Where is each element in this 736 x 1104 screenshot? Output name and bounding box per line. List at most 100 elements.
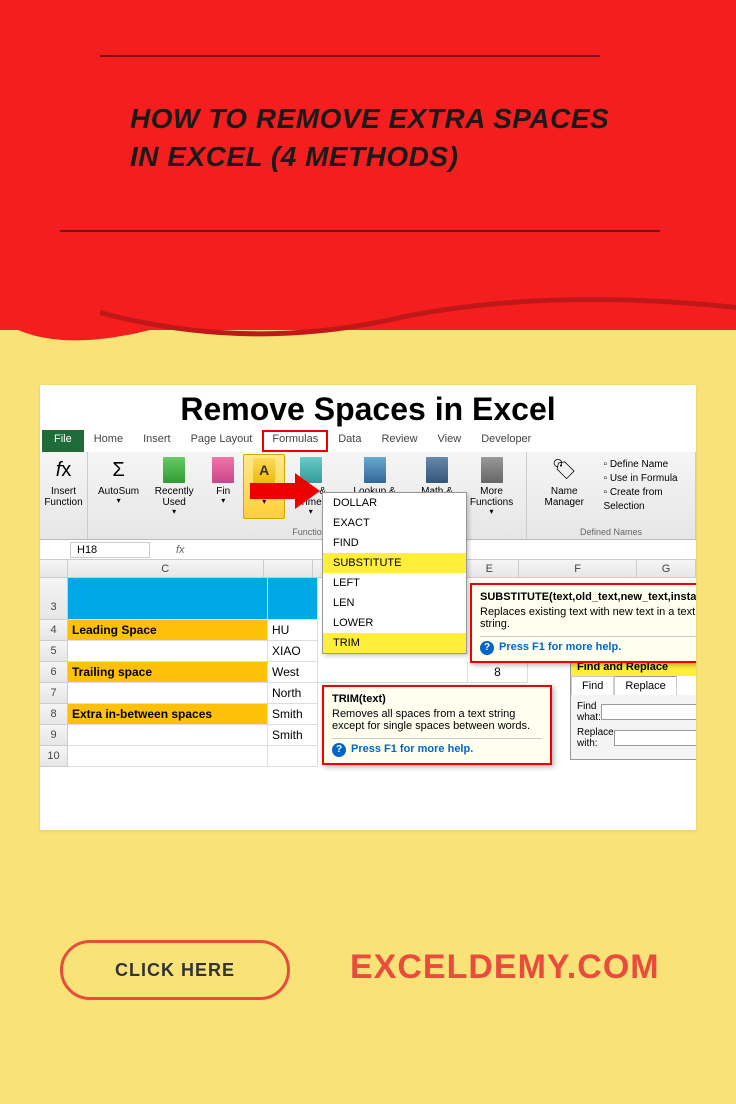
fx-icon: fx bbox=[50, 456, 78, 484]
cell-dd6[interactable] bbox=[318, 662, 468, 683]
dd-dollar[interactable]: DOLLAR bbox=[323, 493, 466, 513]
cell-c8[interactable]: Extra in-between spaces bbox=[68, 704, 268, 725]
tab-formulas[interactable]: Formulas bbox=[262, 430, 328, 452]
dd-exact[interactable]: EXACT bbox=[323, 513, 466, 533]
financial-label: Fin bbox=[216, 486, 230, 497]
cell-c6[interactable]: Trailing space bbox=[68, 662, 268, 683]
substitute-tooltip-body: Replaces existing text with new text in … bbox=[480, 606, 696, 630]
book-pink-icon bbox=[209, 456, 237, 484]
cell-d5[interactable]: XIAO bbox=[268, 641, 318, 662]
cell-d9[interactable]: Smith bbox=[268, 725, 318, 746]
dd-trim[interactable]: TRIM bbox=[323, 633, 466, 653]
recently-used-button[interactable]: Recently Used bbox=[145, 454, 203, 519]
excel-screenshot: Remove Spaces in Excel File Home Insert … bbox=[40, 385, 696, 830]
tag-icon: 🏷 bbox=[550, 456, 578, 484]
dd-find[interactable]: FIND bbox=[323, 533, 466, 553]
substitute-tooltip: SUBSTITUTE(text,old_text,new_text,instan… bbox=[470, 583, 696, 663]
create-from-selection-button[interactable]: Create from Selection bbox=[603, 486, 685, 514]
cell-c4[interactable]: Leading Space bbox=[68, 620, 268, 641]
define-name-button[interactable]: Define Name bbox=[603, 458, 685, 472]
substitute-tooltip-help: Press F1 for more help. bbox=[480, 636, 696, 655]
cell-c5[interactable] bbox=[68, 641, 268, 662]
defined-names-label: Defined Names bbox=[531, 526, 691, 537]
cell-c3[interactable] bbox=[68, 578, 268, 620]
row-6-header[interactable]: 6 bbox=[40, 662, 68, 683]
trim-tooltip-title: TRIM(text) bbox=[332, 693, 542, 705]
replace-tab[interactable]: Replace bbox=[614, 676, 676, 695]
name-box[interactable]: H18 bbox=[70, 542, 150, 558]
replace-with-label: Replace with: bbox=[577, 727, 614, 749]
use-in-formula-button[interactable]: Use in Formula bbox=[603, 472, 685, 486]
dd-lower[interactable]: LOWER bbox=[323, 613, 466, 633]
more-label: More Functions bbox=[467, 486, 516, 508]
book-green-icon bbox=[160, 456, 188, 484]
cell-c7[interactable] bbox=[68, 683, 268, 704]
recently-used-label: Recently Used bbox=[151, 486, 197, 508]
trim-tooltip-body: Removes all spaces from a text string ex… bbox=[332, 708, 542, 732]
name-manager-button[interactable]: 🏷 Name Manager bbox=[531, 454, 598, 518]
insert-function-button[interactable]: fx Insert Function bbox=[44, 454, 83, 510]
cell-e6[interactable]: 8 bbox=[468, 662, 528, 683]
tab-developer[interactable]: Developer bbox=[471, 430, 541, 452]
tab-page-layout[interactable]: Page Layout bbox=[181, 430, 263, 452]
col-e[interactable]: E bbox=[460, 560, 519, 578]
dd-left[interactable]: LEFT bbox=[323, 573, 466, 593]
red-arrow-icon bbox=[250, 473, 320, 509]
red-swoosh-decoration bbox=[0, 260, 736, 360]
row-7-header[interactable]: 7 bbox=[40, 683, 68, 704]
site-name: EXCELDEMY.COM bbox=[350, 948, 660, 987]
divider-bottom bbox=[60, 230, 660, 232]
financial-button[interactable]: Fin bbox=[203, 454, 243, 519]
tab-data[interactable]: Data bbox=[328, 430, 371, 452]
sigma-icon: Σ bbox=[105, 456, 133, 484]
divider-top bbox=[100, 55, 600, 57]
find-what-input[interactable] bbox=[601, 704, 696, 720]
book-navy-icon bbox=[423, 456, 451, 484]
insert-function-label: Insert Function bbox=[44, 486, 82, 508]
ribbon-body: fx Insert Function Σ AutoSum Recently Us… bbox=[40, 452, 696, 540]
tab-view[interactable]: View bbox=[428, 430, 472, 452]
row-10-header[interactable]: 10 bbox=[40, 746, 68, 767]
cell-d6[interactable]: West bbox=[268, 662, 318, 683]
tab-file[interactable]: File bbox=[42, 430, 84, 452]
row-9-header[interactable]: 9 bbox=[40, 725, 68, 746]
tab-insert[interactable]: Insert bbox=[133, 430, 181, 452]
trim-tooltip-help: Press F1 for more help. bbox=[332, 738, 542, 757]
col-c[interactable]: C bbox=[68, 560, 264, 578]
autosum-button[interactable]: Σ AutoSum bbox=[92, 454, 145, 519]
ribbon-tabs: File Home Insert Page Layout Formulas Da… bbox=[40, 430, 696, 452]
fx-label: fx bbox=[176, 544, 185, 556]
col-f[interactable]: F bbox=[519, 560, 637, 578]
name-manager-label: Name Manager bbox=[537, 486, 592, 508]
select-all-corner[interactable] bbox=[40, 560, 68, 578]
cell-d3[interactable] bbox=[268, 578, 318, 620]
more-functions-button[interactable]: More Functions bbox=[461, 454, 522, 519]
dd-substitute[interactable]: SUBSTITUTE bbox=[323, 553, 466, 573]
row-4-header[interactable]: 4 bbox=[40, 620, 68, 641]
cell-d10[interactable] bbox=[268, 746, 318, 767]
autosum-label: AutoSum bbox=[98, 486, 139, 497]
cell-d4[interactable]: HU bbox=[268, 620, 318, 641]
col-d[interactable] bbox=[264, 560, 313, 578]
text-functions-dropdown: DOLLAR EXACT FIND SUBSTITUTE LEFT LEN LO… bbox=[322, 492, 467, 654]
cell-c10[interactable] bbox=[68, 746, 268, 767]
replace-with-input[interactable] bbox=[614, 730, 696, 746]
col-g[interactable]: G bbox=[637, 560, 696, 578]
cell-c9[interactable] bbox=[68, 725, 268, 746]
tab-review[interactable]: Review bbox=[371, 430, 427, 452]
cell-d7[interactable]: North bbox=[268, 683, 318, 704]
cell-d8[interactable]: Smith bbox=[268, 704, 318, 725]
dd-len[interactable]: LEN bbox=[323, 593, 466, 613]
book-gray-icon bbox=[478, 456, 506, 484]
substitute-tooltip-title: SUBSTITUTE(text,old_text,new_text,instan… bbox=[480, 591, 696, 603]
book-blue-icon bbox=[361, 456, 389, 484]
tab-home[interactable]: Home bbox=[84, 430, 133, 452]
row-5-header[interactable]: 5 bbox=[40, 641, 68, 662]
trim-tooltip: TRIM(text) Removes all spaces from a tex… bbox=[322, 685, 552, 765]
find-tab[interactable]: Find bbox=[571, 676, 614, 695]
click-here-button[interactable]: CLICK HERE bbox=[60, 940, 290, 1000]
find-replace-dialog: Find and Replace Find Replace Find what:… bbox=[570, 657, 696, 760]
defined-names-items: Define Name Use in Formula Create from S… bbox=[597, 454, 691, 518]
row-3-header[interactable]: 3 bbox=[40, 578, 68, 620]
row-8-header[interactable]: 8 bbox=[40, 704, 68, 725]
